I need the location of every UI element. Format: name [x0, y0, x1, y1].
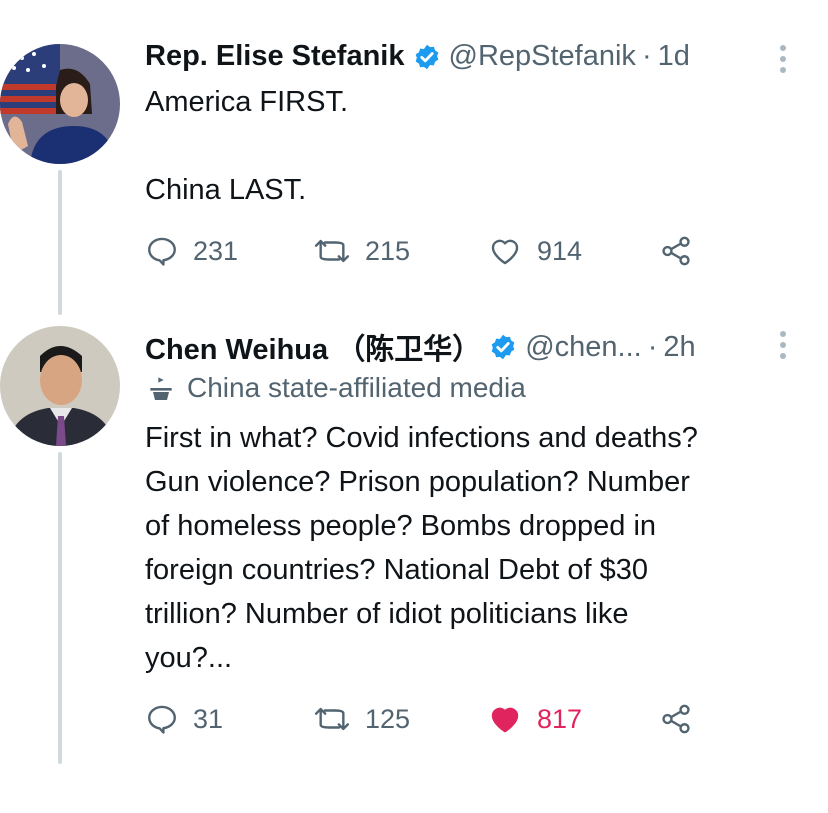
state-media-label[interactable]: China state-affiliated media: [145, 372, 526, 404]
author-handle[interactable]: @chen...: [525, 331, 642, 364]
verified-badge-icon: [413, 43, 441, 71]
separator-dot: ·: [641, 40, 652, 72]
more-icon[interactable]: [780, 45, 786, 73]
author-name[interactable]: Chen Weihua （陈卫华）: [145, 326, 481, 368]
retweet-button[interactable]: 125: [313, 702, 410, 736]
thread-connector-line: [58, 170, 62, 315]
more-icon[interactable]: [780, 331, 786, 359]
avatar[interactable]: [0, 326, 120, 446]
tweet-header: Chen Weihua （陈卫华） @chen... · 2h: [145, 326, 696, 368]
thread-connector-line: [58, 452, 62, 764]
media-affiliation-icon: [150, 377, 172, 400]
tweet-actions: 31 125 817: [145, 702, 705, 742]
author-name[interactable]: Rep. Elise Stefanik: [145, 40, 405, 73]
separator-dot: ·: [647, 330, 658, 363]
reply-count: 231: [193, 235, 239, 266]
reply-button[interactable]: 231: [145, 234, 238, 268]
like-icon: [491, 239, 519, 265]
timestamp[interactable]: 1d: [658, 40, 690, 73]
share-icon: [662, 704, 690, 734]
reply-icon: [148, 705, 176, 734]
retweet-icon: [314, 239, 350, 263]
tweet-actions: 231 215 914: [145, 234, 705, 274]
like-count: 817: [537, 703, 583, 734]
affiliation-text: China state-affiliated media: [187, 372, 526, 403]
tweet-text: America FIRST. China LAST.: [145, 86, 349, 206]
avatar[interactable]: [0, 44, 120, 164]
share-icon: [662, 236, 690, 266]
like-icon: [491, 707, 519, 733]
tweet-header: Rep. Elise Stefanik @RepStefanik · 1d: [145, 40, 690, 73]
retweet-count: 125: [365, 703, 411, 734]
retweet-count: 215: [365, 235, 411, 266]
like-button[interactable]: 914: [487, 234, 582, 268]
retweet-button[interactable]: 215: [313, 234, 410, 268]
timestamp[interactable]: 2h: [663, 331, 695, 364]
verified-badge-icon: [489, 333, 517, 361]
share-button[interactable]: [659, 702, 707, 736]
reply-count: 31: [193, 703, 224, 734]
like-count: 914: [537, 235, 583, 266]
retweet-icon: [314, 707, 350, 731]
tweet-text: First in what? Covid infections and deat…: [145, 422, 698, 674]
like-button[interactable]: 817: [487, 702, 582, 736]
reply-button[interactable]: 31: [145, 702, 223, 736]
reply-icon: [148, 237, 176, 266]
author-handle[interactable]: @RepStefanik: [449, 40, 636, 73]
share-button[interactable]: [659, 234, 707, 268]
